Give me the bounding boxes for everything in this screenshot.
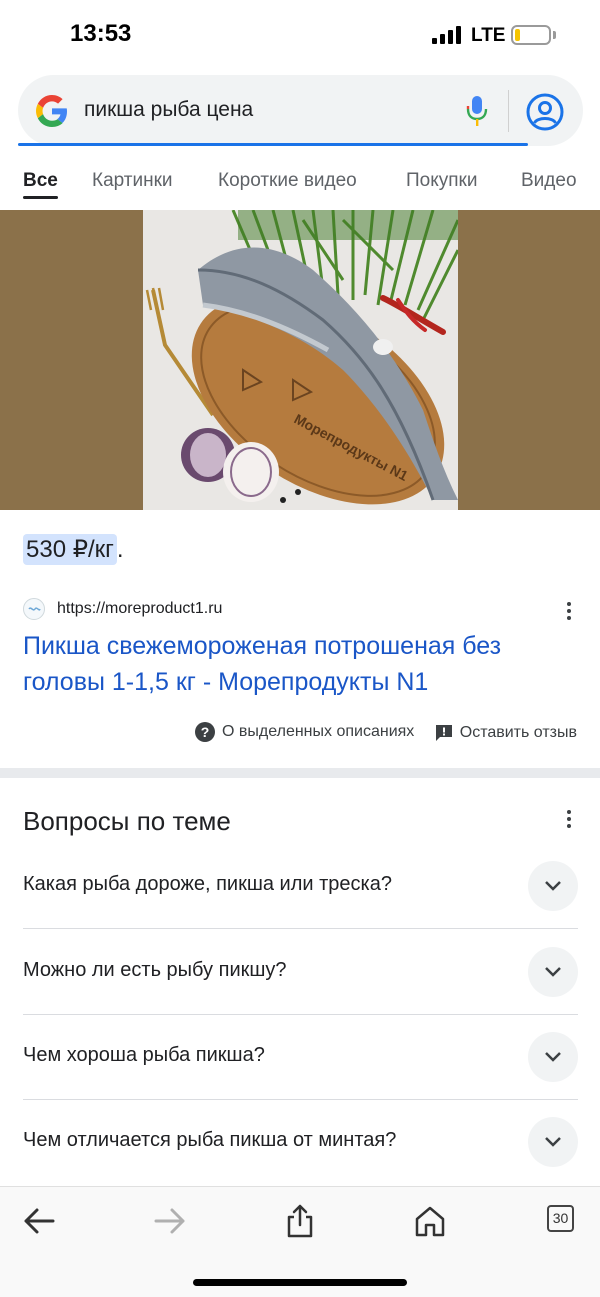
question-item[interactable]: Чем отличается рыба пикша от минтая? bbox=[23, 1099, 578, 1185]
expand-button[interactable] bbox=[528, 947, 578, 997]
status-time: 13:53 bbox=[70, 20, 132, 47]
svg-text:?: ? bbox=[201, 724, 210, 740]
home-indicator bbox=[193, 1279, 407, 1286]
battery-level bbox=[515, 29, 520, 41]
tab-videos[interactable]: Видео bbox=[521, 170, 577, 192]
expand-button[interactable] bbox=[528, 1032, 578, 1082]
about-snippets-link[interactable]: ? О выделенных описаниях bbox=[195, 722, 414, 742]
question-item[interactable]: Какая рыба дороже, пикша или треска? bbox=[23, 843, 578, 929]
featured-image-panel[interactable]: Морепродукты N1 bbox=[0, 210, 600, 510]
home-icon[interactable] bbox=[412, 1203, 448, 1239]
search-tabs: Все Картинки Короткие видео Покупки Виде… bbox=[0, 168, 600, 208]
site-favicon-icon bbox=[23, 598, 45, 620]
tab-all[interactable]: Все bbox=[23, 170, 58, 192]
snippet-feedback-row: ? О выделенных описаниях Оставить отзыв bbox=[179, 722, 577, 746]
active-tab-indicator bbox=[23, 196, 58, 199]
battery-icon bbox=[511, 25, 551, 45]
related-questions-title: Вопросы по теме bbox=[23, 806, 231, 836]
network-type: LTE bbox=[471, 25, 506, 46]
search-input[interactable]: пикша рыба цена bbox=[84, 98, 253, 122]
question-text: Чем хороша рыба пикша? bbox=[23, 1044, 265, 1066]
battery-tip bbox=[553, 31, 556, 39]
feedback-icon bbox=[435, 725, 452, 741]
chevron-down-icon bbox=[545, 1137, 561, 1147]
price-value: 530 ₽/кг bbox=[23, 534, 117, 565]
feedback-label: Оставить отзыв bbox=[459, 724, 577, 741]
tab-shopping[interactable]: Покупки bbox=[406, 170, 477, 192]
search-separator bbox=[508, 90, 509, 132]
tab-images[interactable]: Картинки bbox=[92, 170, 173, 192]
tabs-icon[interactable]: 30 bbox=[547, 1205, 574, 1232]
chevron-down-icon bbox=[545, 1052, 561, 1062]
account-circle-icon[interactable] bbox=[526, 93, 564, 131]
google-g-icon[interactable] bbox=[36, 95, 68, 127]
result-title-link[interactable]: Пикша свежемороженая потрошеная без голо… bbox=[23, 628, 583, 700]
fish-product-image[interactable]: Морепродукты N1 bbox=[143, 210, 458, 510]
expand-button[interactable] bbox=[528, 861, 578, 911]
share-icon[interactable] bbox=[282, 1203, 318, 1239]
price-snippet: 530 ₽/кг. bbox=[23, 534, 124, 565]
question-item[interactable]: Чем хороша рыба пикша? bbox=[23, 1014, 578, 1100]
question-text: Чем отличается рыба пикша от минтая? bbox=[23, 1129, 397, 1151]
price-suffix: . bbox=[116, 536, 124, 563]
feedback-link[interactable]: Оставить отзыв bbox=[435, 724, 577, 742]
question-text: Можно ли есть рыбу пикшу? bbox=[23, 959, 287, 981]
source-url[interactable]: https://moreproduct1.ru bbox=[57, 600, 222, 618]
help-icon: ? bbox=[195, 722, 216, 742]
chevron-down-icon bbox=[545, 967, 561, 977]
question-text: Какая рыба дороже, пикша или треска? bbox=[23, 873, 392, 895]
status-bar: 13:53 LTE bbox=[0, 0, 600, 70]
forward-arrow-icon[interactable] bbox=[152, 1203, 188, 1239]
section-divider bbox=[0, 768, 600, 778]
result-more-icon[interactable] bbox=[566, 602, 572, 624]
microphone-icon[interactable] bbox=[466, 94, 488, 128]
about-snippets-label: О выделенных описаниях bbox=[222, 723, 415, 740]
expand-button[interactable] bbox=[528, 1117, 578, 1167]
tab-short-videos[interactable]: Короткие видео bbox=[218, 170, 357, 192]
chevron-down-icon bbox=[545, 881, 561, 891]
back-arrow-icon[interactable] bbox=[21, 1203, 57, 1239]
source-row[interactable]: https://moreproduct1.ru bbox=[23, 598, 583, 622]
search-underline bbox=[18, 143, 528, 146]
questions-more-icon[interactable] bbox=[566, 810, 572, 832]
question-item[interactable]: Можно ли есть рыбу пикшу? bbox=[23, 929, 578, 1015]
signal-strength-icon bbox=[432, 26, 462, 44]
